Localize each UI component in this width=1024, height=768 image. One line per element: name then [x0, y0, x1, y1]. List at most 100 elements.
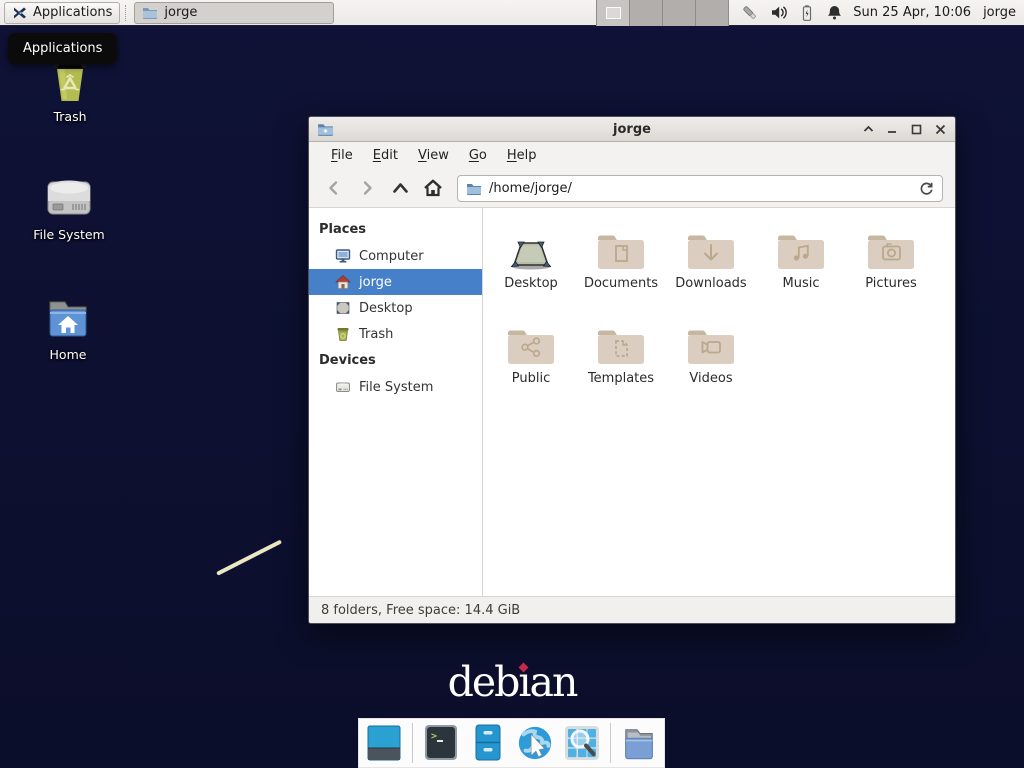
application-finder-button[interactable] — [563, 723, 601, 763]
stray-stroke-artifact — [216, 540, 282, 576]
debian-logo: debıan — [0, 660, 1024, 705]
location-bar[interactable]: /home/jorge/ — [457, 175, 943, 202]
maximize-button[interactable] — [909, 122, 923, 136]
folder-item-pictures[interactable]: Pictures — [846, 220, 936, 315]
menu-help[interactable]: Help — [497, 148, 547, 163]
sidebar: Places Computer — [309, 208, 483, 596]
back-button[interactable] — [321, 175, 347, 201]
reload-icon[interactable] — [919, 181, 934, 196]
desktop-icon-label: Home — [50, 347, 87, 362]
sidebar-item-label: jorge — [359, 275, 392, 290]
sidebar-item-jorge[interactable]: jorge — [309, 269, 482, 295]
folder-item-templates[interactable]: Templates — [576, 315, 666, 410]
videos-folder-icon — [684, 315, 738, 367]
sidebar-item-label: Trash — [359, 327, 393, 342]
folder-label: Templates — [588, 371, 654, 386]
applications-tooltip: Applications — [8, 33, 117, 64]
panel-handle — [125, 5, 131, 21]
taskbar-item-label: jorge — [164, 5, 197, 20]
workspace-3[interactable] — [663, 0, 696, 26]
workspace-4[interactable] — [696, 0, 729, 26]
file-manager-button[interactable] — [469, 723, 507, 763]
menu-view[interactable]: View — [408, 148, 459, 163]
folder-item-desktop[interactable]: Desktop — [486, 220, 576, 315]
path-folder-icon — [466, 182, 482, 195]
panel-clock[interactable]: Sun 25 Apr, 10:06 — [853, 5, 971, 20]
folder-label: Pictures — [865, 276, 916, 291]
debian-logo-text-left: deb — [448, 658, 519, 706]
dock-divider — [412, 723, 413, 763]
pictures-folder-icon — [864, 220, 918, 272]
folder-label: Videos — [689, 371, 732, 386]
sidebar-item-label: File System — [359, 380, 433, 395]
window-title: jorge — [309, 122, 955, 137]
desktop-icon-trash[interactable]: Trash — [26, 56, 114, 124]
sidebar-item-computer[interactable]: Computer — [309, 243, 482, 269]
public-folder-icon — [504, 315, 558, 367]
desktop-icon-label: File System — [33, 227, 105, 242]
menu-go[interactable]: Go — [459, 148, 497, 163]
sidebar-item-desktop[interactable]: Desktop — [309, 295, 482, 321]
up-button[interactable] — [387, 175, 413, 201]
notifications-icon[interactable] — [826, 4, 843, 22]
volume-icon[interactable] — [770, 4, 788, 21]
desktop-icon-home[interactable]: Home — [24, 294, 112, 362]
folder-shortcut-button[interactable] — [620, 723, 658, 763]
folder-item-documents[interactable]: Documents — [576, 220, 666, 315]
applications-menu-button[interactable]: Applications — [4, 2, 120, 24]
dock: > — [358, 718, 665, 768]
taskbar-item-jorge[interactable]: jorge — [134, 2, 334, 24]
debian-logo-i: ı — [518, 660, 529, 705]
file-grid: Desktop Documents — [483, 208, 955, 596]
folder-item-downloads[interactable]: Downloads — [666, 220, 756, 315]
toolbar: /home/jorge/ — [309, 169, 955, 208]
folder-label: Downloads — [675, 276, 746, 291]
workspace-switcher[interactable] — [596, 0, 729, 26]
workspace-2[interactable] — [630, 0, 663, 26]
system-tray — [741, 4, 843, 22]
terminal-button[interactable]: > — [422, 723, 460, 763]
sidebar-item-file-system[interactable]: File System — [309, 374, 482, 400]
web-browser-button[interactable] — [516, 723, 554, 763]
window-controls — [861, 122, 947, 136]
devices-heading: Devices — [309, 347, 482, 374]
forward-button[interactable] — [354, 175, 380, 201]
folder-item-public[interactable]: Public — [486, 315, 576, 410]
close-button[interactable] — [933, 122, 947, 136]
sidebar-item-label: Desktop — [359, 301, 413, 316]
file-manager-window: jorge File Edit View Go Help — [308, 116, 956, 624]
statusbar: 8 folders, Free space: 14.4 GiB — [309, 596, 955, 623]
desktop-icon-file-system[interactable]: File System — [25, 174, 113, 242]
workspace-window-preview — [606, 7, 621, 19]
sidebar-item-label: Computer — [359, 249, 424, 264]
folder-item-videos[interactable]: Videos — [666, 315, 756, 410]
sidebar-item-trash[interactable]: Trash — [309, 321, 482, 347]
desktop-special-icon — [504, 220, 558, 272]
trash-small-icon — [335, 326, 351, 342]
computer-icon — [335, 248, 351, 264]
window-titlebar[interactable]: jorge — [309, 117, 955, 142]
folder-label: Documents — [584, 276, 658, 291]
svg-text:>: > — [431, 731, 437, 742]
show-desktop-button[interactable] — [365, 723, 403, 763]
menu-file[interactable]: File — [321, 148, 363, 163]
taskbar-folder-icon — [142, 6, 158, 19]
removable-tool-icon[interactable] — [741, 4, 759, 22]
minimize-button[interactable] — [885, 122, 899, 136]
folder-item-music[interactable]: Music — [756, 220, 846, 315]
home-button[interactable] — [420, 175, 446, 201]
documents-folder-icon — [594, 220, 648, 272]
downloads-folder-icon — [684, 220, 738, 272]
desktop-icon — [335, 300, 351, 316]
shade-button[interactable] — [861, 122, 875, 136]
menu-edit[interactable]: Edit — [363, 148, 408, 163]
battery-icon[interactable] — [799, 4, 815, 22]
places-heading: Places — [309, 216, 482, 243]
panel-username[interactable]: jorge — [983, 5, 1016, 20]
workspace-1[interactable] — [597, 0, 630, 26]
applications-menu-label: Applications — [33, 5, 112, 20]
folder-label: Public — [512, 371, 550, 386]
path-input[interactable]: /home/jorge/ — [489, 181, 912, 196]
music-folder-icon — [774, 220, 828, 272]
folder-label: Music — [783, 276, 820, 291]
